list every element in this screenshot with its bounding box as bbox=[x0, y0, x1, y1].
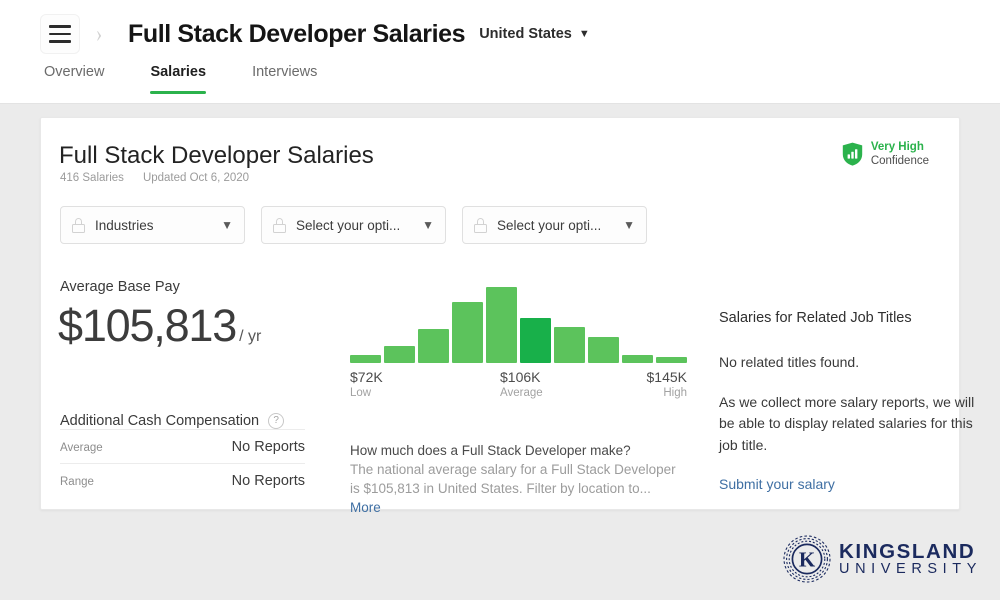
chart-bar bbox=[554, 326, 585, 363]
page-title: Full Stack Developer Salaries bbox=[128, 19, 466, 48]
logo-line-1: KINGSLAND bbox=[839, 539, 976, 563]
chart-bar bbox=[486, 286, 517, 363]
axis-marker-low: $72K Low bbox=[350, 369, 383, 399]
axis-high-label: High bbox=[663, 387, 687, 399]
axis-high-value: $145K bbox=[646, 369, 687, 385]
tab-interviews-label: Interviews bbox=[252, 64, 318, 80]
page-root: › Full Stack Developer Salaries United S… bbox=[0, 0, 1000, 600]
pay-amount: $105,813 bbox=[58, 300, 237, 351]
additional-cash-compensation: Additional Cash Compensation ? Average N… bbox=[60, 413, 305, 497]
submit-salary-link[interactable]: Submit your salary bbox=[719, 476, 835, 492]
question-icon[interactable]: ? bbox=[268, 413, 285, 429]
chart-bar bbox=[520, 317, 551, 363]
salary-count: 416 Salaries bbox=[60, 172, 124, 184]
chevron-down-icon: ▼ bbox=[623, 218, 635, 232]
filter-row: Industries ▼ Select your opti... ▼ Selec… bbox=[60, 206, 647, 244]
app-header: › Full Stack Developer Salaries United S… bbox=[0, 0, 1000, 104]
confidence-level: Very High bbox=[870, 141, 924, 153]
shield-bars-icon bbox=[842, 142, 863, 166]
confidence-text: Very High Confidence bbox=[871, 140, 929, 169]
related-titles-heading: Salaries for Related Job Titles bbox=[719, 310, 912, 326]
lock-icon bbox=[72, 217, 85, 233]
related-titles-panel: Salaries for Related Job Titles No relat… bbox=[719, 310, 977, 494]
card-title: Full Stack Developer Salaries bbox=[59, 142, 374, 169]
chart-bar bbox=[418, 329, 449, 363]
tab-overview[interactable]: Overview bbox=[44, 64, 104, 94]
axis-average-value: $106K bbox=[500, 369, 541, 385]
axis-marker-average: $106K Average bbox=[500, 369, 543, 399]
filter-option-3[interactable]: Select your opti... ▼ bbox=[462, 206, 647, 244]
related-titles-body: As we collect more salary reports, we wi… bbox=[719, 394, 975, 453]
axis-marker-high: $145K High bbox=[647, 369, 687, 399]
header-row: › Full Stack Developer Salaries United S… bbox=[40, 14, 590, 54]
salary-distribution-chart: $72K Low $106K Average $145K High bbox=[350, 283, 687, 403]
location-label: United States bbox=[479, 26, 572, 42]
chevron-right-icon: › bbox=[95, 20, 103, 48]
logo-line-2: UNIVERSITY bbox=[839, 561, 983, 578]
chevron-down-icon: ▼ bbox=[221, 218, 233, 232]
salary-blurb: How much does a Full Stack Developer mak… bbox=[350, 443, 682, 517]
additional-title: Additional Cash Compensation bbox=[60, 413, 260, 429]
filter-industries[interactable]: Industries ▼ bbox=[60, 206, 245, 244]
filter-option-3-label: Select your opti... bbox=[497, 217, 602, 233]
pay-unit: / yr bbox=[239, 328, 262, 345]
blurb-body: The national average salary for a Full S… bbox=[350, 460, 682, 517]
more-link[interactable]: More bbox=[350, 500, 381, 515]
additional-range-value: No Reports bbox=[231, 473, 305, 489]
kingsland-university-logo: K KINGSLAND UNIVERSITY bbox=[782, 534, 982, 584]
chart-bar bbox=[452, 302, 483, 363]
additional-average-value: No Reports bbox=[231, 439, 305, 455]
location-dropdown[interactable]: United States ▼ bbox=[479, 26, 590, 42]
lock-icon bbox=[273, 217, 286, 233]
kingsland-k-logo-icon: K bbox=[782, 534, 832, 584]
tab-salaries[interactable]: Salaries bbox=[150, 64, 207, 94]
salary-card: Full Stack Developer Salaries 416 Salari… bbox=[40, 117, 974, 515]
axis-average-label: Average bbox=[500, 387, 543, 399]
additional-header: Additional Cash Compensation ? bbox=[60, 413, 305, 429]
confidence-label: Confidence bbox=[870, 155, 929, 168]
axis-low-label: Low bbox=[350, 387, 372, 399]
additional-row-average: Average No Reports bbox=[60, 429, 305, 463]
active-tab-underline bbox=[150, 90, 207, 94]
chart-bar bbox=[588, 337, 619, 363]
additional-row-range: Range No Reports bbox=[60, 463, 305, 497]
additional-average-key: Average bbox=[60, 442, 103, 454]
nav-tabs: Overview Salaries Interviews bbox=[44, 64, 363, 94]
chart-bar bbox=[622, 355, 653, 363]
chevron-down-icon: ▼ bbox=[422, 218, 434, 232]
axis-low-value: $72K bbox=[350, 369, 383, 385]
blurb-body-text: The national average salary for a Full S… bbox=[350, 462, 676, 497]
lock-icon bbox=[474, 217, 487, 233]
tab-overview-label: Overview bbox=[44, 64, 105, 80]
average-base-pay-label: Average Base Pay bbox=[60, 279, 180, 295]
tab-interviews[interactable]: Interviews bbox=[252, 64, 317, 94]
card-meta: 416 Salaries Updated Oct 6, 2020 bbox=[60, 172, 249, 184]
confidence-badge: Very High Confidence bbox=[842, 140, 929, 169]
chart-bar bbox=[350, 355, 381, 363]
tab-salaries-label: Salaries bbox=[150, 64, 207, 80]
chart-axis: $72K Low $106K Average $145K High bbox=[350, 369, 687, 403]
hamburger-icon[interactable] bbox=[40, 14, 80, 54]
additional-range-key: Range bbox=[60, 476, 94, 488]
filter-option-2-label: Select your opti... bbox=[296, 217, 401, 233]
chevron-down-icon: ▼ bbox=[578, 28, 590, 40]
blurb-question: How much does a Full Stack Developer mak… bbox=[350, 443, 631, 458]
logo-wordmark: KINGSLAND UNIVERSITY bbox=[839, 539, 983, 578]
chart-bars bbox=[350, 283, 687, 363]
filter-industries-label: Industries bbox=[95, 217, 154, 233]
updated-date: Updated Oct 6, 2020 bbox=[142, 172, 250, 184]
related-titles-empty: No related titles found. bbox=[719, 354, 860, 370]
svg-text:K: K bbox=[799, 547, 816, 571]
chart-bar bbox=[384, 346, 415, 363]
average-base-pay-value: $105,813 / yr bbox=[58, 300, 261, 352]
chart-bar bbox=[656, 356, 687, 363]
filter-option-2[interactable]: Select your opti... ▼ bbox=[261, 206, 446, 244]
